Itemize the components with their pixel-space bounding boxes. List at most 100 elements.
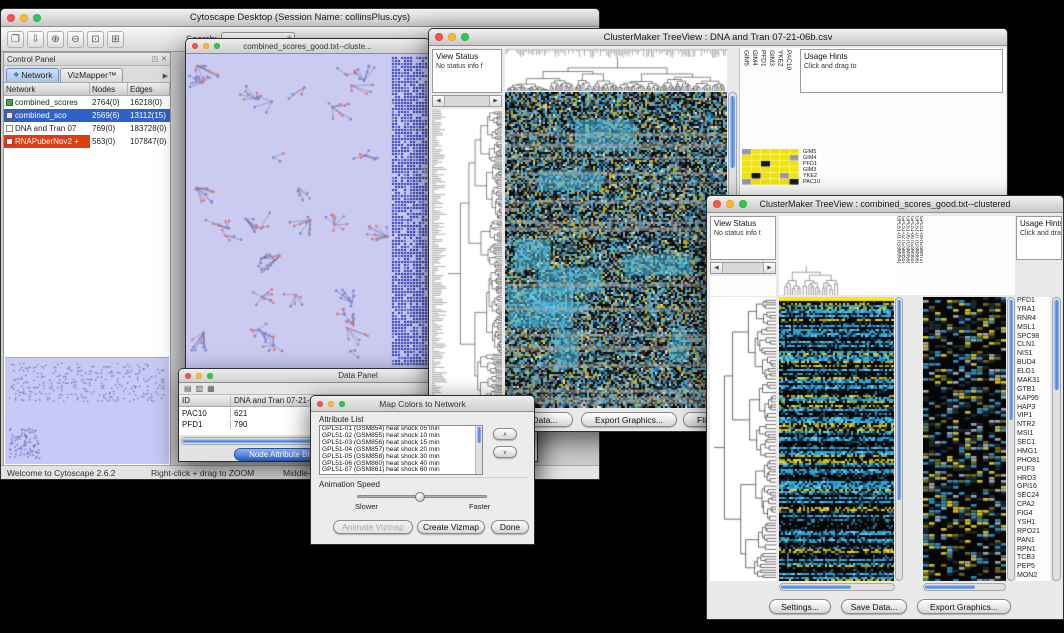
gene-label[interactable]: MAK31 xyxy=(1017,377,1040,386)
gene-label[interactable]: BUD4 xyxy=(1017,359,1040,368)
gene-label[interactable]: MSL1 xyxy=(1017,324,1040,333)
attribute-delete-icon[interactable]: ▦ xyxy=(207,384,215,393)
zoom-fit-icon[interactable]: ⊡ xyxy=(87,31,104,48)
close-icon[interactable] xyxy=(192,43,198,49)
close-icon[interactable] xyxy=(713,200,721,208)
gene-label[interactable]: NTR2 xyxy=(1017,421,1040,430)
gene-label[interactable]: RPO21 xyxy=(1017,528,1040,537)
minimize-icon[interactable] xyxy=(196,373,202,379)
gene-label[interactable]: RPN1 xyxy=(1017,546,1040,555)
network-row-dna-and-tran[interactable]: DNA and Tran 07 769(0) 183728(0) xyxy=(4,122,170,135)
heatmap-vscrollbar[interactable] xyxy=(895,297,903,581)
gene-label[interactable]: CPA2 xyxy=(1017,501,1040,510)
gene-label[interactable]: PUF3 xyxy=(1017,466,1040,475)
minimize-icon[interactable] xyxy=(328,401,334,407)
minimize-icon[interactable] xyxy=(448,33,456,41)
gene-label[interactable]: CLN1 xyxy=(1017,341,1040,350)
network-canvas[interactable] xyxy=(186,54,429,368)
scroll-right-icon[interactable]: ▶ xyxy=(489,96,501,106)
gene-label[interactable]: SPC98 xyxy=(1017,333,1040,342)
gene-label[interactable]: SEC24 xyxy=(1017,492,1040,501)
move-up-button[interactable]: ∧ xyxy=(493,428,517,440)
attribute-create-icon[interactable]: ▥ xyxy=(196,384,204,393)
minimize-icon[interactable] xyxy=(20,14,28,22)
correlation-matrix[interactable] xyxy=(742,149,799,185)
heatmap-hscrollbar[interactable] xyxy=(779,583,895,591)
gene-label[interactable]: YRA1 xyxy=(1017,306,1040,315)
maximize-icon[interactable] xyxy=(739,200,747,208)
network-row-combined-sco-selected[interactable]: combined_sco 2569(6) 13112(15) xyxy=(4,109,170,122)
tab-overflow-icon[interactable]: ▶ xyxy=(163,72,168,82)
main-titlebar[interactable]: Cytoscape Desktop (Session Name: collins… xyxy=(1,9,599,27)
minimize-icon[interactable] xyxy=(203,43,209,49)
column-nodes[interactable]: Nodes xyxy=(90,83,128,95)
open-session-icon[interactable]: ❐ xyxy=(7,31,24,48)
expression-heatmap[interactable] xyxy=(779,297,894,581)
gene-label[interactable]: RNR4 xyxy=(1017,315,1040,324)
tab-network[interactable]: ❖ Network xyxy=(6,68,59,82)
attribute-select-icon[interactable]: ▤ xyxy=(184,384,192,393)
network-row-rnapubernov2[interactable]: RNAPuberNov2 + 563(0) 107847(0) xyxy=(4,135,170,148)
secondary-vscrollbar[interactable] xyxy=(1007,297,1015,581)
maximize-icon[interactable] xyxy=(461,33,469,41)
gene-label[interactable]: MSI1 xyxy=(1017,430,1040,439)
scroll-left-icon[interactable]: ◀ xyxy=(433,96,445,106)
close-icon[interactable] xyxy=(185,373,191,379)
maximize-icon[interactable] xyxy=(214,43,220,49)
close-icon[interactable] xyxy=(435,33,443,41)
network-overview-thumbnail[interactable] xyxy=(5,357,169,464)
create-vizmap-button[interactable]: Create Vizmap xyxy=(417,520,485,534)
attribute-list-scrollbar[interactable] xyxy=(475,426,482,474)
gene-label[interactable]: TCB3 xyxy=(1017,554,1040,563)
treeview-dna-titlebar[interactable]: ClusterMaker TreeView : DNA and Tran 07-… xyxy=(429,29,1007,46)
import-network-icon[interactable]: ⇩ xyxy=(27,31,44,48)
column-dendrogram[interactable] xyxy=(779,216,896,295)
gene-label[interactable]: MON2 xyxy=(1017,572,1040,581)
maximize-icon[interactable] xyxy=(33,14,41,22)
treeview-combined-titlebar[interactable]: ClusterMaker TreeView : combined_scores_… xyxy=(707,196,1063,213)
zoom-out-icon[interactable]: ⊖ xyxy=(67,31,84,48)
secondary-hscrollbar[interactable] xyxy=(923,583,1006,591)
close-panel-icon[interactable]: ✕ xyxy=(161,55,167,63)
column-dendrogram[interactable] xyxy=(505,49,727,91)
tab-vizmapper[interactable]: VizMapper™ xyxy=(60,68,123,82)
row-dendrogram[interactable] xyxy=(432,109,502,408)
gene-label[interactable]: FIG4 xyxy=(1017,510,1040,519)
gene-label[interactable]: VIP1 xyxy=(1017,412,1040,421)
dialog-titlebar[interactable]: Map Colors to Network xyxy=(311,396,534,412)
dendrogram-nav-control[interactable]: ◀ ▶ xyxy=(710,262,776,274)
gene-label[interactable]: HAP3 xyxy=(1017,404,1040,413)
maximize-icon[interactable] xyxy=(207,373,213,379)
column-id[interactable]: ID xyxy=(179,396,231,405)
gene-label[interactable]: YSH1 xyxy=(1017,519,1040,528)
row-dendrogram[interactable] xyxy=(710,297,776,581)
close-icon[interactable] xyxy=(317,401,323,407)
secondary-heatmap[interactable] xyxy=(923,297,1006,581)
move-down-button[interactable]: ∨ xyxy=(493,446,517,458)
network-row-combined-scores[interactable]: combined_scores 2764(0) 16218(0) xyxy=(4,96,170,109)
attribute-list[interactable]: GPL51-01 (GSM854) heat shock 05 minGPL51… xyxy=(319,425,483,475)
scroll-right-icon[interactable]: ▶ xyxy=(763,263,775,273)
gene-label[interactable]: PHO81 xyxy=(1017,457,1040,466)
scroll-left-icon[interactable]: ◀ xyxy=(711,263,723,273)
gene-label[interactable]: PEP5 xyxy=(1017,563,1040,572)
column-edges[interactable]: Edges xyxy=(128,83,170,95)
export-graphics-button[interactable]: Export Graphics... xyxy=(581,412,677,427)
gene-label[interactable]: GTB1 xyxy=(1017,386,1040,395)
animation-speed-slider[interactable] xyxy=(357,495,487,498)
gene-list-vscrollbar[interactable] xyxy=(1052,297,1061,581)
gene-label[interactable]: ELG1 xyxy=(1017,368,1040,377)
float-panel-icon[interactable]: ◳ xyxy=(152,55,159,63)
gene-label[interactable]: HMG1 xyxy=(1017,448,1040,457)
dendrogram-nav-control[interactable]: ◀ ▶ xyxy=(432,95,502,107)
gene-label[interactable]: PFD1 xyxy=(1017,297,1040,306)
maximize-icon[interactable] xyxy=(339,401,345,407)
gene-label[interactable]: PAN1 xyxy=(1017,537,1040,546)
gene-label[interactable]: NIS1 xyxy=(1017,350,1040,359)
gene-label[interactable]: HRD3 xyxy=(1017,475,1040,484)
network-view-titlebar[interactable]: combined_scores_good.txt--cluste... xyxy=(186,39,429,54)
close-icon[interactable] xyxy=(7,14,15,22)
column-network[interactable]: Network xyxy=(4,83,90,95)
slider-thumb[interactable] xyxy=(415,492,425,502)
settings-button[interactable]: Settings... xyxy=(769,599,831,614)
